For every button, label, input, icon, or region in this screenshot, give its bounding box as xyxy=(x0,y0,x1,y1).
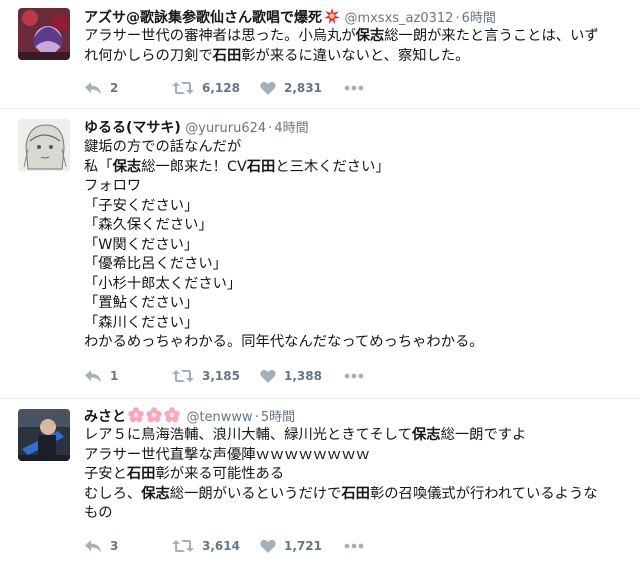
text-line: フォロワ xyxy=(84,178,142,194)
tweet-text: アラサー世代の審神者は思った。小烏丸が保志総一朗が来たと言うことは、いず れ何か… xyxy=(84,27,624,66)
text-line: 「森川ください」 xyxy=(84,314,199,331)
text-line: れ何かしらの刀剣で石田彰が来るに違いないと、察知した。 xyxy=(84,47,470,64)
reply-icon xyxy=(84,369,102,383)
more-dots-icon xyxy=(344,85,364,91)
retweet-count: 6,128 xyxy=(202,81,240,95)
heart-icon xyxy=(260,369,276,383)
avatar[interactable] xyxy=(18,8,70,60)
user-handle[interactable]: @mxsxs_az0312 xyxy=(344,11,453,26)
text-line: アラサー世代直撃な声優陣ｗｗｗｗｗｗｗｗ xyxy=(84,446,370,463)
like-button[interactable]: 1,388 xyxy=(260,366,322,386)
display-name[interactable]: アズサ@歌詠集参歌仙さん歌唱で爆死 xyxy=(84,10,322,26)
reply-count: 2 xyxy=(110,81,119,95)
text-line: わかるめっちゃわかる。同年代なんだなってめっちゃわかる。 xyxy=(84,334,484,350)
tweet-text: 鍵垢の方での話なんだが 私「保志総一郎来た！CV石田と三木ください」 フォロワ … xyxy=(84,138,624,353)
avatar[interactable] xyxy=(18,409,70,461)
text-line: レア５に鳥海浩輔、浪川大輔、緑川光ときてそして保志総一朗ですよ xyxy=(84,427,527,443)
timestamp[interactable]: 5時間 xyxy=(261,410,295,425)
text-line: もの xyxy=(84,505,113,521)
like-button[interactable]: 1,721 xyxy=(260,536,322,556)
reply-button[interactable]: 1 xyxy=(84,366,118,386)
reply-button[interactable]: 2 xyxy=(84,78,118,98)
tweet-3[interactable]: みさと @tenwww · 5時間 レア５に鳥海浩輔、浪川大輔、緑川光ときてそして保… xyxy=(0,399,640,568)
like-button[interactable]: 2,831 xyxy=(260,78,322,98)
heart-icon xyxy=(260,81,276,95)
reply-icon xyxy=(84,539,102,553)
like-count: 1,388 xyxy=(284,369,322,383)
text-line: 鍵垢の方での話なんだが xyxy=(84,139,242,155)
text-line: 「優希比呂ください」 xyxy=(84,256,227,272)
like-count: 1,721 xyxy=(284,539,322,553)
tweet-header: ゆるる(マサキ) @yururu624 · 4時間 xyxy=(84,119,309,137)
timestamp[interactable]: 4時間 xyxy=(274,121,308,136)
heart-icon xyxy=(260,539,276,553)
tweet-2[interactable]: ゆるる(マサキ) @yururu624 · 4時間 鍵垢の方での話なんだが 私「保志… xyxy=(0,109,640,397)
user-handle[interactable]: @yururu624 xyxy=(185,121,266,136)
retweet-icon xyxy=(172,539,194,553)
collision-icon xyxy=(324,8,340,29)
reply-button[interactable]: 3 xyxy=(84,536,118,556)
retweet-button[interactable]: 6,128 xyxy=(172,78,240,98)
text-line: 子安と石田彰が来る可能性ある xyxy=(84,466,285,482)
user-handle[interactable]: @tenwww xyxy=(186,410,252,425)
retweet-count: 3,185 xyxy=(202,369,240,383)
retweet-button[interactable]: 3,614 xyxy=(172,536,240,556)
more-button[interactable] xyxy=(344,366,364,386)
separator-dot: · xyxy=(455,11,460,26)
retweet-icon xyxy=(172,81,194,95)
text-line: 「小杉十郎太ください」 xyxy=(84,275,242,292)
text-line: むしろ、保志総一朗がいるというだけで石田彰の召喚儀式が行われているような xyxy=(84,485,598,502)
more-dots-icon xyxy=(344,543,364,549)
more-button[interactable] xyxy=(344,78,364,98)
tweet-header: アズサ@歌詠集参歌仙さん歌唱で爆死 @mxsxs_az0312 · 6時間 xyxy=(84,8,496,26)
timeline-feed: アズサ@歌詠集参歌仙さん歌唱で爆死 @mxsxs_az0312 · 6時間 アラサー… xyxy=(0,0,640,568)
retweet-icon xyxy=(172,369,194,383)
reply-count: 3 xyxy=(110,539,119,553)
timestamp[interactable]: 6時間 xyxy=(462,11,496,26)
text-line: 「置鮎ください」 xyxy=(84,295,199,311)
text-line: 「森久保ください」 xyxy=(84,217,213,233)
tweet-text: レア５に鳥海浩輔、浪川大輔、緑川光ときてそして保志総一朗ですよ アラサー世代直撃… xyxy=(84,426,624,524)
separator-dot: · xyxy=(268,121,273,136)
more-button[interactable] xyxy=(344,536,364,556)
avatar[interactable] xyxy=(18,119,70,171)
retweet-button[interactable]: 3,185 xyxy=(172,366,240,386)
text-line: 「W関ください」 xyxy=(84,236,199,253)
flower-icons xyxy=(128,407,182,428)
like-count: 2,831 xyxy=(284,81,322,95)
text-line: 「子安ください」 xyxy=(84,197,199,214)
display-name[interactable]: ゆるる(マサキ) xyxy=(84,120,181,136)
tweet-1[interactable]: アズサ@歌詠集参歌仙さん歌唱で爆死 @mxsxs_az0312 · 6時間 アラサー… xyxy=(0,0,640,105)
display-name[interactable]: みさと xyxy=(84,409,126,425)
reply-icon xyxy=(84,81,102,95)
reply-count: 1 xyxy=(110,369,119,383)
more-dots-icon xyxy=(344,373,364,379)
text-line: アラサー世代の審神者は思った。小烏丸が保志総一朗が来たと言うことは、いず xyxy=(84,28,599,44)
separator-dot: · xyxy=(254,410,259,425)
retweet-count: 3,614 xyxy=(202,539,240,553)
text-line: 私「保志総一郎来た！CV石田と三木ください」 xyxy=(84,158,390,175)
tweet-header: みさと @tenwww · 5時間 xyxy=(84,407,295,425)
